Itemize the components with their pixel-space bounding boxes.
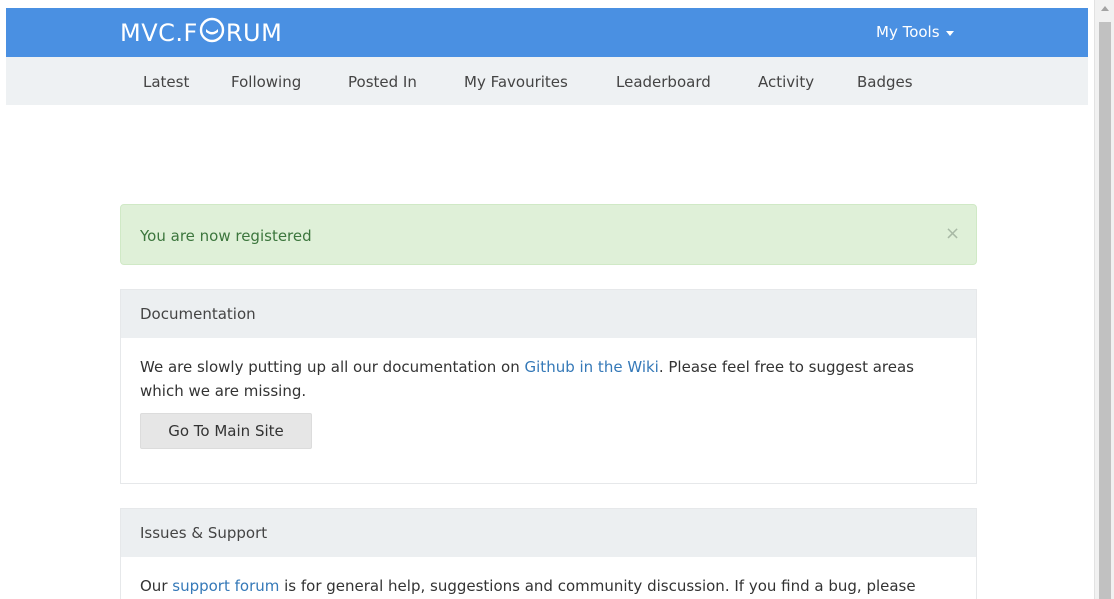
nav-leaderboard[interactable]: Leaderboard <box>616 73 711 91</box>
support-text-end: is for general help, suggestions and com… <box>279 577 916 595</box>
nav-my-favourites[interactable]: My Favourites <box>464 73 568 91</box>
speech-bubble-icon <box>199 17 225 49</box>
go-to-main-site-button[interactable]: Go To Main Site <box>140 413 312 449</box>
support-panel-body: Our support forum is for general help, s… <box>121 557 976 598</box>
scroll-up-arrow-icon[interactable] <box>1101 6 1109 11</box>
logo-text-suffix: RUM <box>225 19 283 47</box>
documentation-text-start: We are slowly putting up all our documen… <box>140 358 525 376</box>
site-logo[interactable]: MVC.F RUM <box>120 17 283 49</box>
documentation-panel-body: We are slowly putting up all our documen… <box>121 338 976 449</box>
success-alert: You are now registered × <box>120 204 977 265</box>
my-tools-dropdown[interactable]: My Tools <box>876 23 954 41</box>
page-viewport: MVC.F RUM My Tools Latest Following Post… <box>0 0 1094 599</box>
logo-text-prefix: MVC.F <box>120 19 198 47</box>
vertical-scrollbar[interactable] <box>1094 0 1114 599</box>
documentation-panel: Documentation We are slowly putting up a… <box>120 289 977 484</box>
caret-down-icon <box>945 30 954 36</box>
github-wiki-link[interactable]: Github in the Wiki <box>525 358 659 376</box>
documentation-panel-title: Documentation <box>121 290 976 338</box>
support-panel: Issues & Support Our support forum is fo… <box>120 508 977 599</box>
top-navbar: MVC.F RUM My Tools <box>6 8 1088 57</box>
my-tools-label: My Tools <box>876 23 940 41</box>
secondary-navbar: Latest Following Posted In My Favourites… <box>6 57 1088 105</box>
documentation-text: We are slowly putting up all our documen… <box>140 355 957 403</box>
nav-following[interactable]: Following <box>231 73 301 91</box>
scrollbar-thumb[interactable] <box>1099 22 1111 599</box>
nav-activity[interactable]: Activity <box>758 73 814 91</box>
nav-posted-in[interactable]: Posted In <box>348 73 417 91</box>
alert-message: You are now registered <box>140 227 312 245</box>
nav-badges[interactable]: Badges <box>857 73 913 91</box>
support-forum-link[interactable]: support forum <box>172 577 279 595</box>
support-panel-title: Issues & Support <box>121 509 976 557</box>
support-text-start: Our <box>140 577 173 595</box>
close-icon[interactable]: × <box>945 223 960 244</box>
nav-latest[interactable]: Latest <box>143 73 189 91</box>
